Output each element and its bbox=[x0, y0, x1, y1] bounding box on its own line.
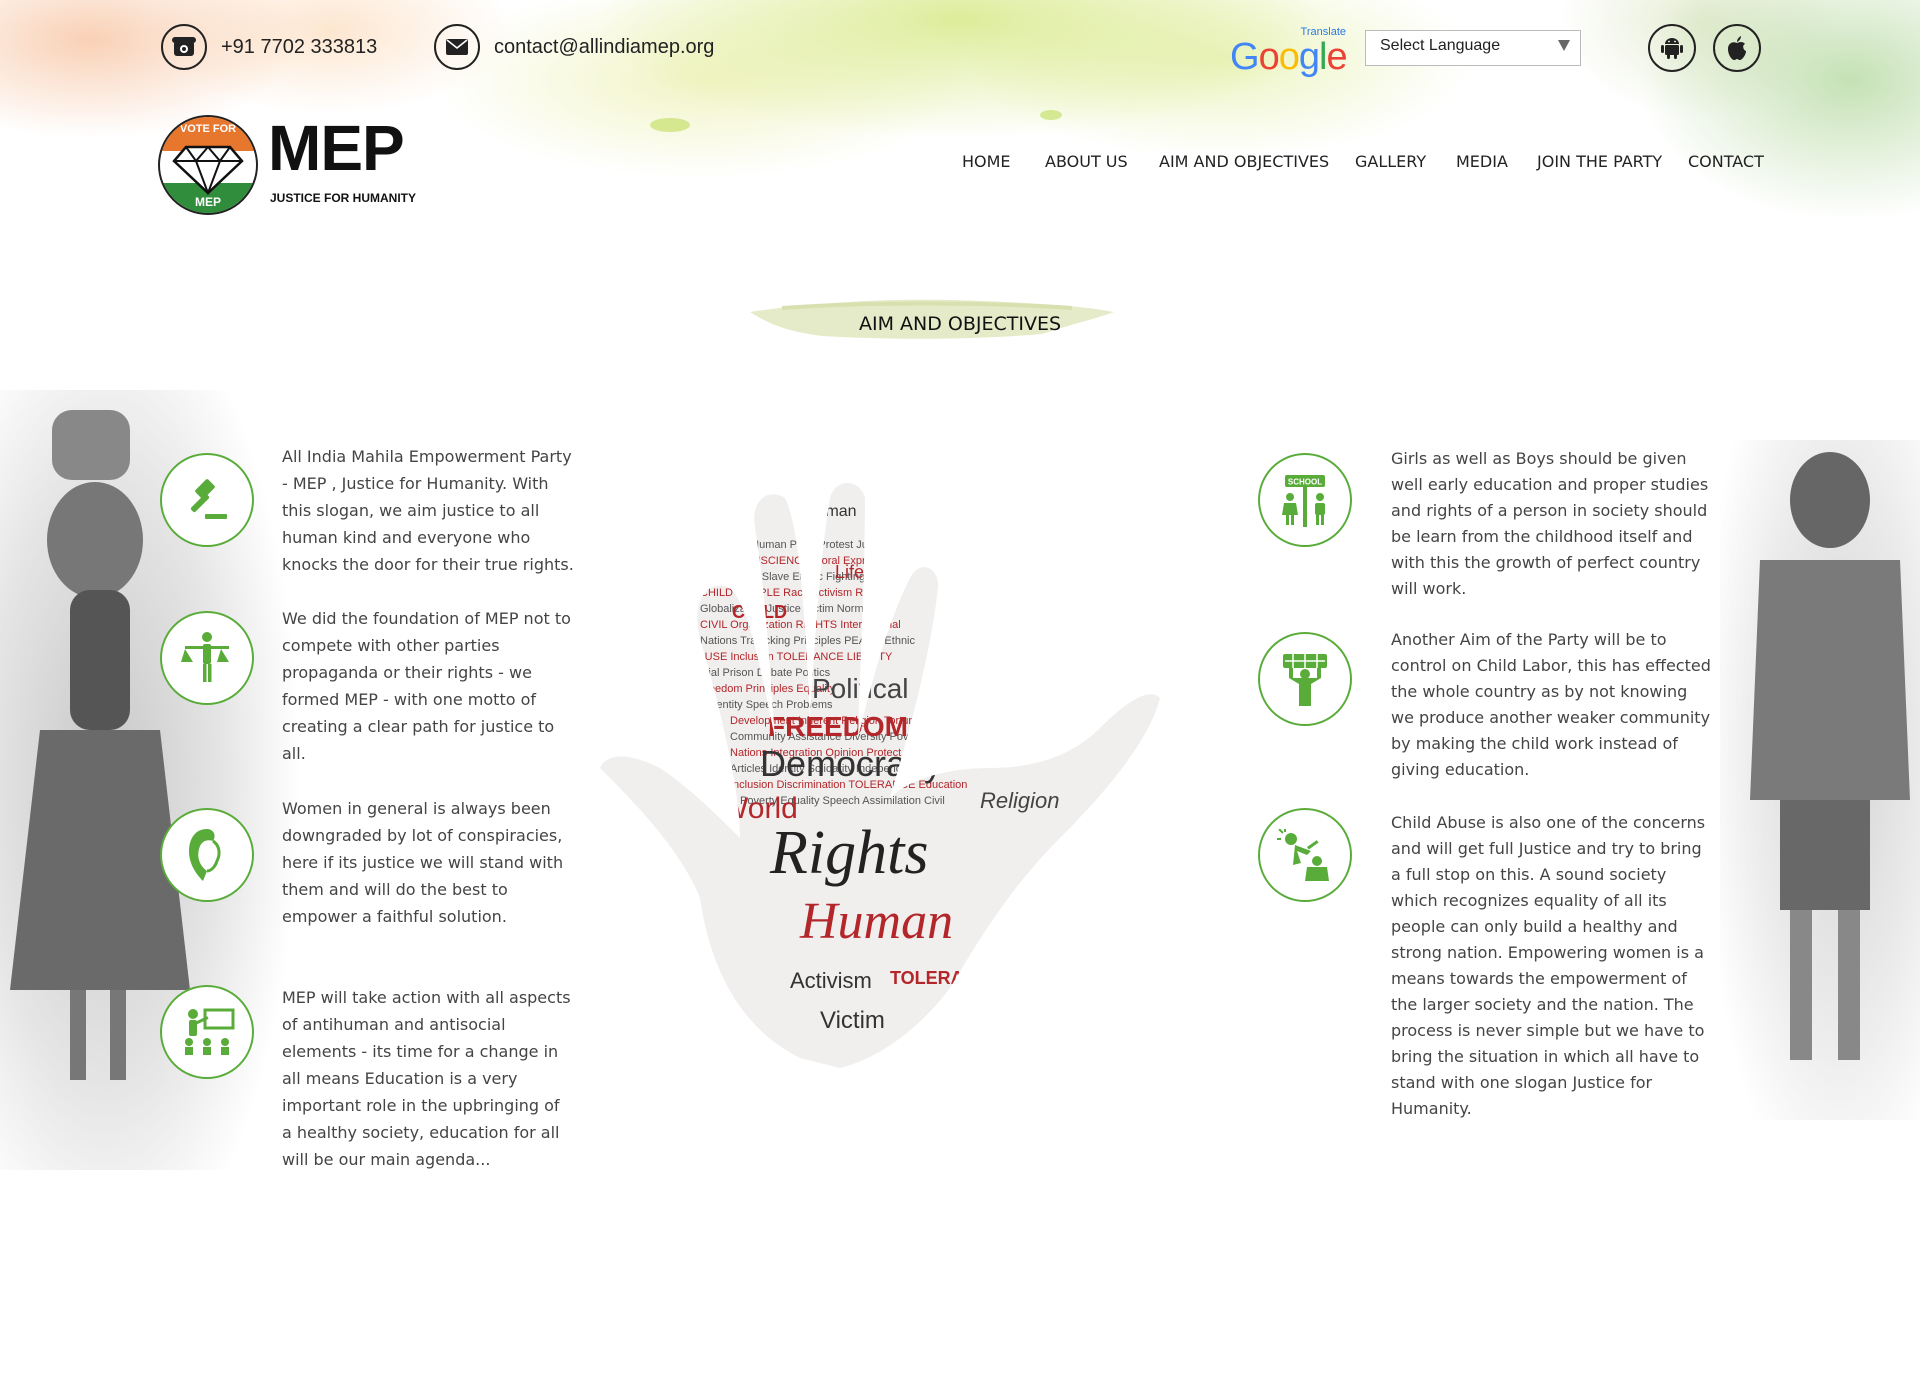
justice-scale-person-icon bbox=[160, 611, 254, 705]
watercolor-drop bbox=[1040, 110, 1062, 120]
svg-text:CHILD PEOPLE Race Activism Rel: CHILD PEOPLE Race Activism Religion bbox=[700, 587, 895, 599]
svg-text:Migration Universal Identity S: Migration Universal Identity Speech Prob… bbox=[610, 699, 833, 711]
nav-about-us[interactable]: ABOUT US bbox=[1045, 152, 1128, 171]
google-translate-logo: Translate Google bbox=[1230, 26, 1354, 78]
nav-aim-and-objectives[interactable]: AIM AND OBJECTIVES bbox=[1159, 152, 1329, 171]
svg-text:Political: Political bbox=[812, 673, 908, 704]
woman-face-icon bbox=[160, 808, 254, 902]
chevron-down-icon bbox=[1558, 40, 1570, 51]
email-contact[interactable]: contact@allindiamep.org bbox=[434, 24, 714, 70]
diamond-icon bbox=[172, 145, 244, 195]
phone-number[interactable]: +91 7702 333813 bbox=[221, 36, 377, 59]
svg-text:Human: Human bbox=[805, 503, 857, 520]
child-photo-right bbox=[1720, 440, 1920, 1120]
android-app-link[interactable] bbox=[1648, 24, 1696, 72]
right-item-text: Another Aim of the Party will be to cont… bbox=[1391, 630, 1711, 779]
svg-text:Rights: Rights bbox=[769, 819, 928, 887]
nav-contact[interactable]: CONTACT bbox=[1688, 152, 1764, 171]
site-logo[interactable]: VOTE FOR MEP MEP JUSTICE FOR HUMANITY bbox=[158, 112, 418, 217]
svg-text:Human: Human bbox=[799, 893, 953, 950]
svg-text:Assimilation Slave Ethnic Figh: Assimilation Slave Ethnic Fighting World bbox=[700, 571, 897, 583]
watercolor-drop bbox=[650, 118, 690, 132]
svg-text:CHILD: CHILD bbox=[732, 602, 787, 622]
human-rights-hand-wordcloud: SOCIETY Human Pride Protest Justice Soci… bbox=[600, 483, 1160, 1068]
school-children-icon: SCHOOL bbox=[1258, 453, 1352, 547]
child-photo-left bbox=[0, 390, 300, 1170]
google-wordmark: Google bbox=[1230, 36, 1348, 78]
svg-text:Religion: Religion bbox=[980, 788, 1060, 813]
nav-gallery[interactable]: GALLERY bbox=[1355, 152, 1426, 171]
svg-text:ABUSE Inclusion TOLERANCE LIBE: ABUSE Inclusion TOLERANCE LIBERTY bbox=[690, 651, 893, 663]
svg-text:FREEDOM: FREEDOM bbox=[768, 711, 908, 742]
svg-text:Liberty CONSCIENCE Moral Expre: Liberty CONSCIENCE Moral Expression bbox=[700, 555, 897, 567]
language-select-value: Select Language bbox=[1380, 37, 1501, 54]
svg-text:Cultural Human Social Prison D: Cultural Human Social Prison Debate Poli… bbox=[610, 667, 831, 679]
logo-vote-for: VOTE FOR bbox=[179, 123, 237, 135]
classroom-icon bbox=[160, 985, 254, 1079]
svg-text:Life: Life bbox=[835, 562, 864, 582]
left-item-text: All India Mahila Empowerment Party - MEP… bbox=[282, 447, 574, 574]
svg-text:Inalienable: Inalienable bbox=[1010, 657, 1068, 671]
svg-text:Activism: Activism bbox=[790, 968, 872, 993]
svg-text:TOLERANCE: TOLERANCE bbox=[890, 968, 1002, 988]
svg-text:SCHOOL: SCHOOL bbox=[1288, 478, 1322, 487]
left-item-text: We did the foundation of MEP not to comp… bbox=[282, 609, 571, 763]
apple-app-link[interactable] bbox=[1713, 24, 1761, 72]
gavel-icon bbox=[160, 453, 254, 547]
left-item-text: MEP will take action with all aspects of… bbox=[282, 988, 571, 1169]
email-address[interactable]: contact@allindiamep.org bbox=[494, 36, 714, 59]
android-icon bbox=[1661, 38, 1683, 59]
svg-text:Democracy: Democracy bbox=[760, 743, 942, 784]
logo-tagline: JUSTICE FOR HUMANITY bbox=[270, 191, 417, 205]
logo-badge-text: MEP bbox=[194, 195, 221, 209]
svg-text:Violence Respect Freedom Princ: Violence Respect Freedom Principles Equa… bbox=[610, 683, 836, 695]
right-item-text: Child Abuse is also one of the concerns … bbox=[1391, 813, 1706, 1118]
envelope-icon bbox=[434, 24, 480, 70]
nav-home[interactable]: HOME bbox=[962, 152, 1011, 171]
svg-text:Globalization Justice Victim N: Globalization Justice Victim Norms LAW bbox=[700, 603, 896, 615]
nav-join-the-party[interactable]: JOIN THE PARTY bbox=[1537, 152, 1662, 171]
svg-text:SOCIETY Human Pride Protest Ju: SOCIETY Human Pride Protest Justice Soci… bbox=[700, 539, 924, 551]
apple-icon bbox=[1728, 36, 1746, 60]
section-title: AIM AND OBJECTIVES bbox=[858, 313, 1062, 335]
nav-media[interactable]: MEDIA bbox=[1456, 152, 1508, 171]
child-abuse-icon bbox=[1258, 808, 1352, 902]
svg-text:Victim: Victim bbox=[820, 1007, 885, 1034]
svg-text:CIVIL Organization RIGHTS Inte: CIVIL Organization RIGHTS International bbox=[700, 619, 901, 631]
logo-badge: VOTE FOR MEP bbox=[158, 115, 258, 215]
language-select[interactable]: Select Language bbox=[1365, 30, 1581, 66]
right-item-text: Girls as well as Boys should be given we… bbox=[1391, 449, 1709, 598]
logo-name: MEP bbox=[268, 112, 405, 184]
left-item-text: Women in general is always been downgrad… bbox=[282, 799, 564, 926]
phone-icon bbox=[161, 24, 207, 70]
svg-text:Nations Trafficking Principles: Nations Trafficking Principles PEACE Eth… bbox=[700, 635, 915, 647]
child-labor-icon bbox=[1258, 632, 1352, 726]
phone-contact[interactable]: +91 7702 333813 bbox=[161, 24, 377, 70]
